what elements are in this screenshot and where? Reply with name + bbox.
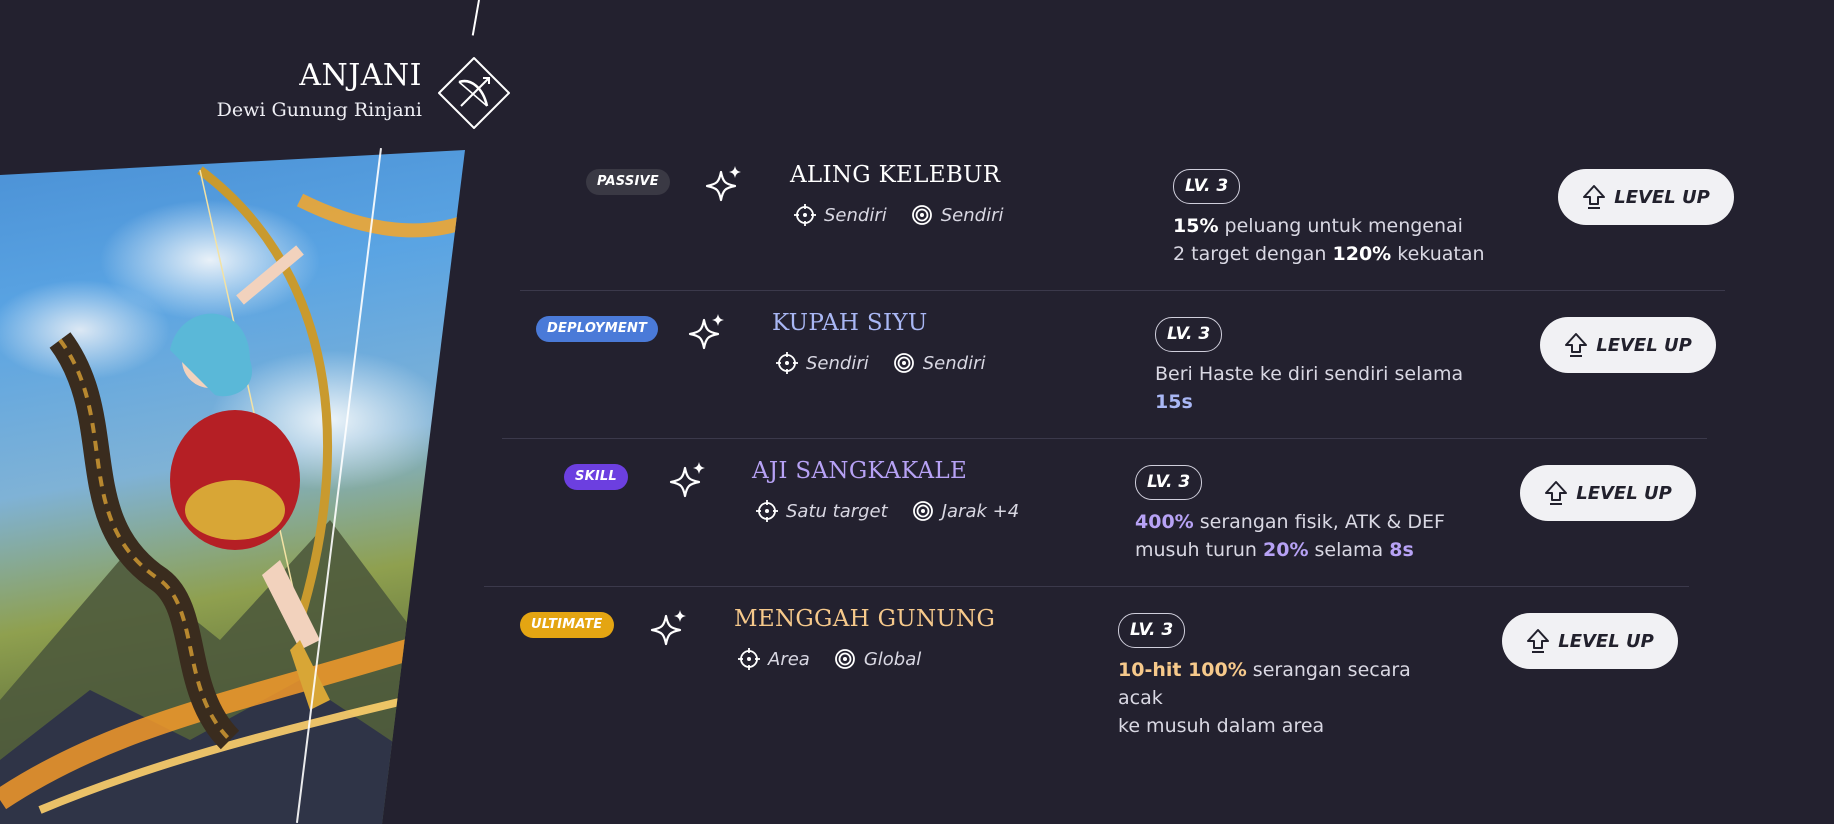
desc-highlight: 10-hit 100% (1118, 659, 1247, 681)
range-target-icon (834, 649, 855, 669)
desc-text: 2 target dengan (1173, 243, 1333, 265)
level-up-button[interactable]: LEVEL UP (1520, 465, 1696, 521)
skill-target: Area (768, 648, 810, 670)
skill-description: 10-hit 100% serangan secara acak ke musu… (1118, 656, 1448, 740)
skill-level-badge: LV. 3 (1118, 613, 1186, 648)
skill-row-passive: PASSIVE ALING KELEBUR Sendiri Sendiri LV… (584, 162, 1784, 312)
desc-highlight: 8s (1389, 539, 1414, 561)
upgrade-arrow-icon (1527, 629, 1550, 653)
range-target-icon (893, 353, 914, 373)
desc-text: kekuatan (1391, 243, 1485, 265)
skill-tag-ultimate: ULTIMATE (520, 612, 614, 638)
crosshair-icon (738, 648, 760, 670)
crosshair-icon (794, 204, 816, 226)
upgrade-arrow-icon (1583, 185, 1606, 209)
level-up-label: LEVEL UP (1596, 334, 1692, 356)
hero-title: Dewi Gunung Rinjani (216, 99, 422, 121)
sparkle-icon (650, 610, 686, 646)
crosshair-icon (756, 500, 778, 522)
skill-level-badge: LV. 3 (1173, 169, 1241, 204)
skill-target: Sendiri (806, 352, 869, 374)
level-up-button[interactable]: LEVEL UP (1558, 169, 1734, 225)
desc-text: musuh turun (1135, 539, 1263, 561)
desc-highlight: 120% (1332, 243, 1392, 265)
hero-name: ANJANI (299, 58, 422, 93)
crosshair-icon (776, 352, 798, 374)
desc-highlight: 400% (1135, 511, 1194, 533)
desc-text: Beri Haste ke diri sendiri selama (1155, 363, 1464, 385)
range-target-icon (912, 501, 933, 521)
skill-target: Satu target (786, 500, 888, 522)
skill-range: Sendiri (940, 204, 1004, 226)
skill-name: KUPAH SIYU (772, 310, 928, 336)
skill-tag-deployment: DEPLOYMENT (536, 316, 659, 342)
skill-description: Beri Haste ke diri sendiri selama 15s (1155, 360, 1485, 416)
skill-meta: Area Global (738, 648, 921, 670)
skill-tag-passive: PASSIVE (586, 169, 670, 195)
skill-row-deployment: DEPLOYMENT KUPAH SIYU Sendiri Sendiri LV… (536, 310, 1736, 460)
level-up-label: LEVEL UP (1614, 186, 1710, 208)
skill-range: Global (863, 648, 922, 670)
desc-highlight: 15s (1155, 391, 1193, 413)
level-up-label: LEVEL UP (1558, 630, 1654, 652)
skill-target: Sendiri (824, 204, 887, 226)
desc-highlight: 20% (1263, 539, 1309, 561)
upgrade-arrow-icon (1565, 333, 1588, 357)
skill-level-badge: LV. 3 (1135, 465, 1203, 500)
archer-bow-icon (438, 57, 510, 129)
skill-name: MENGGAH GUNUNG (734, 606, 996, 632)
range-target-icon (911, 205, 932, 225)
desc-text: serangan fisik, ATK & DEF (1193, 511, 1445, 533)
desc-text: peluang untuk mengenai (1218, 215, 1463, 237)
skill-row-skill: SKILL AJI SANGKAKALE Satu target Jarak +… (564, 458, 1764, 608)
decorative-line (471, 0, 480, 36)
desc-text: selama (1308, 539, 1390, 561)
skill-range: Jarak +4 (941, 500, 1020, 522)
upgrade-arrow-icon (1545, 481, 1568, 505)
level-up-button[interactable]: LEVEL UP (1540, 317, 1716, 373)
skill-name: ALING KELEBUR (790, 162, 1001, 188)
skill-description: 15% peluang untuk mengenai 2 target deng… (1173, 212, 1503, 268)
skill-meta: Sendiri Sendiri (776, 352, 986, 374)
hero-artwork (0, 0, 475, 824)
skill-meta: Sendiri Sendiri (794, 204, 1004, 226)
sparkle-icon (705, 166, 741, 202)
level-up-button[interactable]: LEVEL UP (1502, 613, 1678, 669)
skill-range: Sendiri (922, 352, 986, 374)
skill-meta: Satu target Jarak +4 (756, 500, 1019, 522)
skill-name: AJI SANGKAKALE (752, 458, 968, 484)
sparkle-icon (669, 462, 705, 498)
skill-description: 400% serangan fisik, ATK & DEF musuh tur… (1135, 508, 1465, 564)
hero-header: ANJANI Dewi Gunung Rinjani (217, 58, 422, 121)
desc-highlight: 15% (1173, 215, 1219, 237)
level-up-label: LEVEL UP (1576, 482, 1672, 504)
skill-tag-skill: SKILL (564, 464, 628, 490)
sparkle-icon (688, 314, 724, 350)
skill-level-badge: LV. 3 (1155, 317, 1223, 352)
skill-row-ultimate: ULTIMATE MENGGAH GUNUNG Area Global LV. … (520, 606, 1720, 756)
desc-text: ke musuh dalam area (1118, 715, 1325, 737)
